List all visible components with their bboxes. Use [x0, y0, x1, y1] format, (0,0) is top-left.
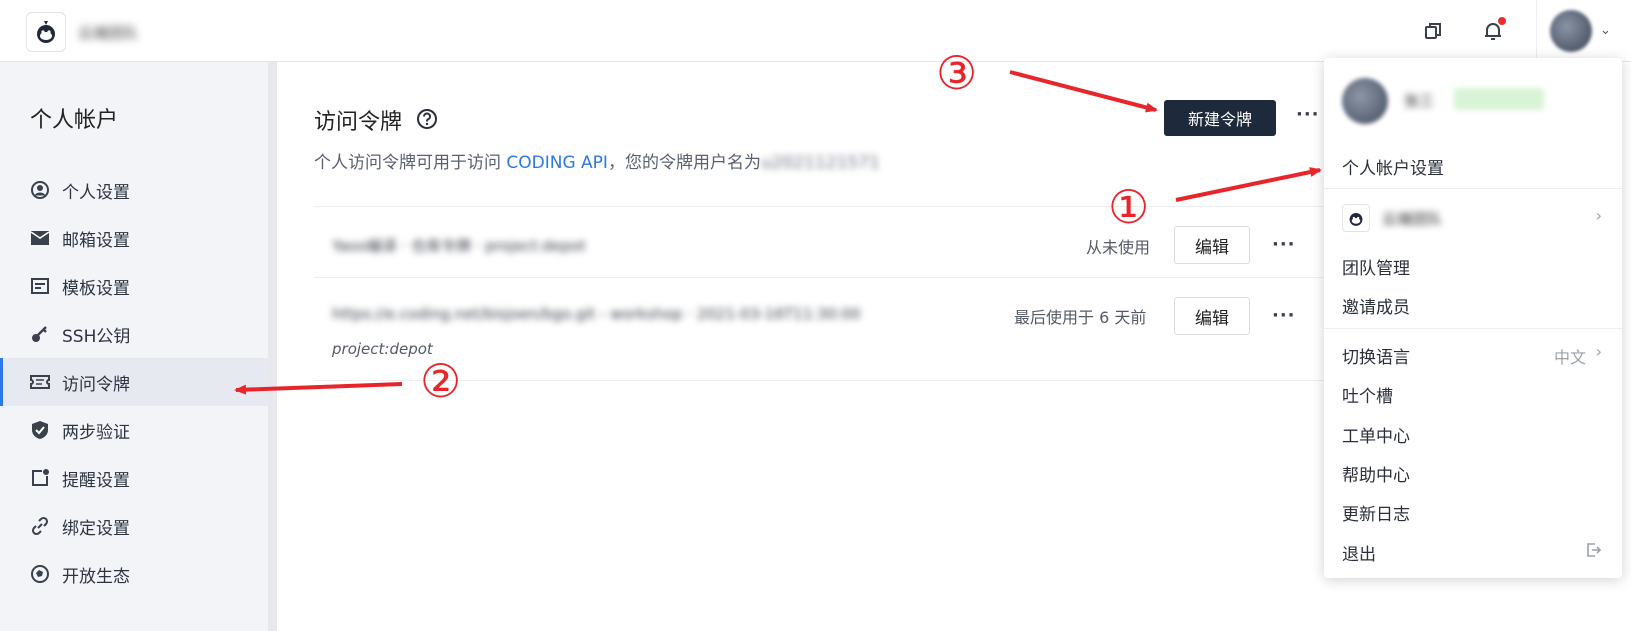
page-title: 访问令牌	[314, 110, 403, 135]
annotation-2: ②	[420, 354, 462, 408]
team-name[interactable]: 云端团队	[78, 22, 138, 43]
sidebar-item-label: 绑定设置	[62, 518, 130, 539]
sidebar-item-label: 邮箱设置	[62, 230, 130, 251]
sidebar-item-label: 访问令牌	[62, 374, 130, 395]
menu-item-invite[interactable]: 邀请成员	[1342, 293, 1410, 318]
chevron-down-icon[interactable]: ⌄	[1600, 23, 1611, 38]
sidebar-item-access-token[interactable]: 访问令牌	[0, 358, 268, 406]
page-description: 个人访问令牌可用于访问 CODING API，您的令牌用户名为u20211215…	[314, 148, 880, 173]
arrow-to-account-settings	[1175, 167, 1322, 202]
mail-icon	[30, 228, 50, 248]
sidebar-title: 个人帐户	[30, 108, 119, 133]
token-username: u2021121571	[760, 153, 880, 173]
team-logo	[1342, 204, 1370, 232]
edit-token-button[interactable]: 编辑	[1174, 297, 1250, 335]
menu-item-feedback[interactable]: 吐个槽	[1342, 382, 1393, 407]
sidebar-item-label: 两步验证	[62, 422, 130, 443]
menu-item-help[interactable]: 帮助中心	[1342, 461, 1410, 486]
edit-token-button[interactable]: 编辑	[1174, 226, 1250, 264]
annotation-1: ①	[1108, 180, 1150, 234]
notification-dot	[1498, 17, 1506, 25]
description-suffix: ，您的令牌用户名为	[607, 153, 761, 173]
menu-item-tickets[interactable]: 工单中心	[1342, 422, 1410, 447]
sidebar-item-label: 开放生态	[62, 566, 130, 587]
chevron-right-icon: ›	[1595, 206, 1602, 225]
more-icon[interactable]: ···	[1296, 104, 1320, 125]
user-circle-icon	[30, 180, 50, 200]
more-icon[interactable]: ···	[1272, 305, 1296, 326]
status-badge	[1454, 88, 1544, 110]
sidebar-item-email[interactable]: 邮箱设置	[0, 214, 268, 262]
token-name: Yaoo编译 · 仓库令牌 · project:depot	[332, 237, 586, 255]
dropdown-username: 张三	[1404, 92, 1435, 110]
token-usage: 从未使用	[1086, 238, 1151, 257]
template-icon	[30, 276, 50, 296]
link-icon	[30, 516, 50, 536]
more-icon[interactable]: ···	[1272, 234, 1296, 255]
new-token-button[interactable]: 新建令牌	[1164, 100, 1276, 136]
annotation-3: ③	[936, 46, 978, 100]
divider	[1536, 0, 1537, 62]
sidebar-item-label: 提醒设置	[62, 470, 130, 491]
arrow-to-new-token	[1009, 70, 1158, 113]
team-logo[interactable]	[26, 12, 66, 52]
description-prefix: 个人访问令牌可用于访问	[314, 153, 507, 173]
sidebar-item-2fa[interactable]: 两步验证	[0, 406, 268, 454]
logout-icon	[1586, 542, 1602, 562]
menu-item-switch-language[interactable]: 切换语言	[1342, 343, 1410, 368]
bell-icon[interactable]	[1482, 17, 1506, 42]
menu-item-logout[interactable]: 退出	[1342, 540, 1376, 565]
key-icon	[30, 324, 50, 344]
top-bar: 云端团队 ⌄	[0, 0, 1631, 62]
coding-logo-icon	[1349, 213, 1363, 226]
divider	[314, 277, 1324, 278]
sidebar-item-profile[interactable]: 个人设置	[0, 166, 268, 214]
chevron-right-icon: ›	[1595, 342, 1602, 361]
copy-icon[interactable]	[1422, 20, 1444, 42]
token-usage: 最后使用于 6 天前	[1014, 308, 1147, 327]
notification-icon	[30, 468, 50, 488]
help-icon[interactable]	[416, 108, 438, 130]
menu-item-team-manage[interactable]: 团队管理	[1342, 254, 1410, 279]
token-scope: project:depot	[332, 340, 433, 358]
sidebar-item-notification[interactable]: 提醒设置	[0, 454, 268, 502]
divider	[1324, 328, 1622, 329]
menu-item-account-settings[interactable]: 个人帐户设置	[1342, 154, 1444, 179]
divider	[314, 380, 1324, 381]
language-value: 中文	[1553, 348, 1586, 367]
sidebar-item-label: 个人设置	[62, 182, 130, 203]
ticket-icon	[30, 372, 50, 392]
divider	[1324, 188, 1622, 189]
sidebar-item-template[interactable]: 模板设置	[0, 262, 268, 310]
sidebar-item-label: SSH公钥	[62, 326, 131, 347]
user-dropdown-menu: 张三 个人帐户设置 云端团队 › 团队管理 邀请成员 切换语言 中文 › 吐个槽…	[1324, 58, 1622, 578]
shield-check-icon	[30, 420, 50, 440]
sidebar-item-label: 模板设置	[62, 278, 130, 299]
divider	[314, 206, 1324, 207]
menu-item-team[interactable]: 云端团队	[1382, 208, 1442, 229]
user-avatar[interactable]	[1550, 10, 1592, 52]
sidebar-scrollbar[interactable]	[268, 62, 277, 631]
menu-item-changelog[interactable]: 更新日志	[1342, 500, 1410, 525]
coding-api-link[interactable]: CODING API	[506, 153, 608, 173]
ecosystem-icon	[30, 564, 50, 584]
sidebar-item-ssh[interactable]: SSH公钥	[0, 310, 268, 358]
sidebar-item-ecosystem[interactable]: 开放生态	[0, 550, 268, 598]
avatar	[1342, 78, 1388, 124]
coding-logo-icon	[37, 21, 55, 43]
sidebar-item-binding[interactable]: 绑定设置	[0, 502, 268, 550]
token-name: https://e.coding.net/bisjoen/bgo.git - w…	[332, 305, 861, 323]
